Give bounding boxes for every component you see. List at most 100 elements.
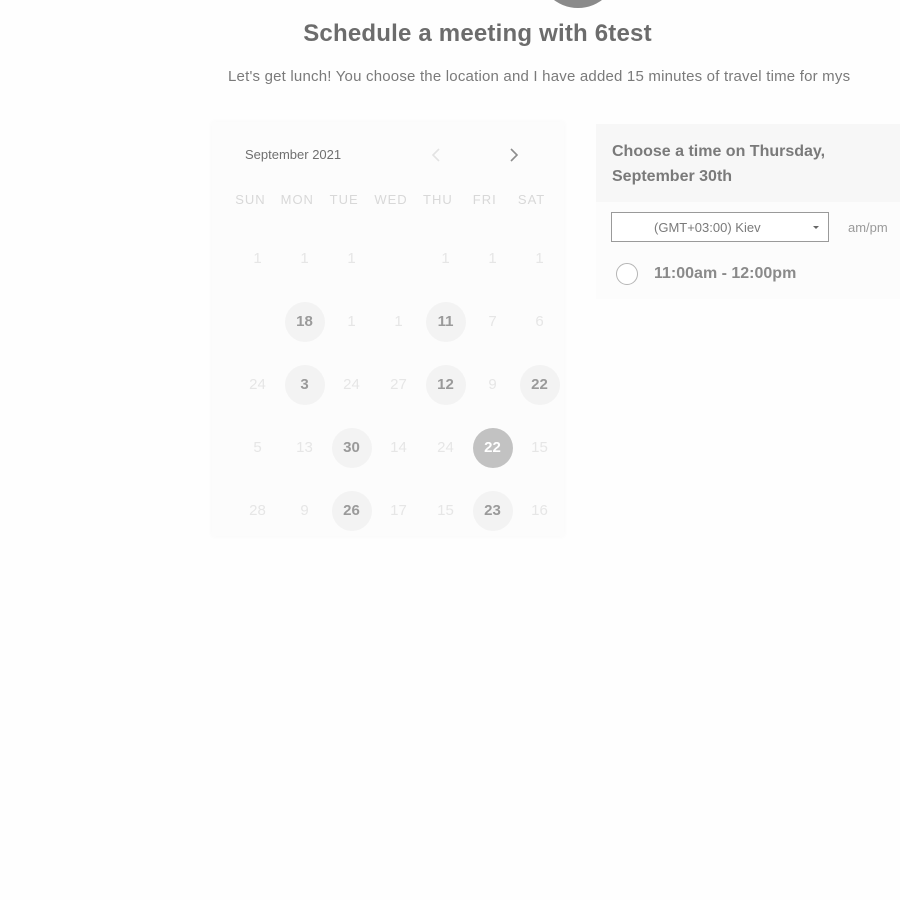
calendar-day-cell: 27: [375, 365, 422, 405]
calendar-day-grid: 1 1 1 1 1 1 18 1 1 11 7 6 24 3 24 27 12 9 22 5 13 30 14 24 22 15 2…: [234, 227, 564, 542]
weekday-label: MON: [280, 192, 314, 207]
chevron-left-icon[interactable]: [426, 146, 446, 166]
calendar-day-cell: 5: [234, 428, 281, 468]
calendar-day-cell: 15: [422, 491, 469, 531]
page-title-text: Schedule a meeting with 6test: [303, 20, 652, 47]
calendar-day-cell: 6: [516, 302, 563, 342]
calendar-day: 9: [300, 501, 309, 519]
calendar-day-cell: 17: [375, 491, 422, 531]
calendar-day: 1: [535, 249, 544, 267]
calendar-day: 17: [390, 501, 407, 519]
calendar-day: 9: [488, 375, 497, 393]
calendar-week-row: 18 1 1 11 7 6: [234, 290, 564, 353]
calendar-week-row: 28 9 26 17 15 23 16: [234, 479, 564, 542]
calendar-day: 6: [535, 312, 544, 330]
calendar-day-cell: 18: [281, 301, 328, 342]
time-panel-heading: Choose a time on Thursday, September 30t…: [612, 143, 826, 185]
weekday-label: WED: [374, 192, 408, 207]
time-selection-panel: Choose a time on Thursday, September 30t…: [596, 124, 900, 299]
calendar-day-available[interactable]: 30: [331, 427, 372, 468]
calendar-day: 24: [437, 438, 454, 456]
calendar-day-cell: 13: [281, 428, 328, 468]
calendar-day-cell: 3: [281, 364, 328, 405]
calendar-day-cell: 12: [422, 364, 469, 405]
calendar-day-cell: 28: [234, 491, 281, 531]
calendar-day-cell: 1: [234, 239, 281, 279]
calendar-day-selected[interactable]: 22: [472, 427, 513, 468]
calendar-day: 1: [394, 312, 403, 330]
calendar-day-cell: 1: [281, 239, 328, 279]
radio-button[interactable]: [616, 263, 638, 285]
calendar-day: 7: [488, 312, 497, 330]
calendar-day-cell: 1: [375, 302, 422, 342]
time-panel-header: Choose a time on Thursday, September 30t…: [596, 124, 900, 202]
calendar-day-cell: 30: [328, 427, 375, 468]
calendar-day-cell: 22: [469, 427, 516, 468]
calendar-day-cell: 15: [516, 428, 563, 468]
calendar-day-available[interactable]: 23: [472, 490, 513, 531]
time-slot-label: 11:00am - 12:00pm: [654, 265, 797, 282]
calendar-day: 5: [253, 438, 262, 456]
calendar-day: 1: [347, 249, 356, 267]
scheduling-page: Schedule a meeting with 6test Let's get …: [0, 0, 900, 900]
calendar-day-cell: 1: [469, 239, 516, 279]
calendar-day: 15: [437, 501, 454, 519]
weekday-header: SUN MON TUE WED THU FRI SAT: [227, 192, 555, 207]
calendar-day-cell: [234, 302, 281, 342]
time-slot-option[interactable]: 11:00am - 12:00pm: [616, 262, 796, 286]
calendar-day: 1: [300, 249, 309, 267]
calendar-day-cell: 16: [516, 491, 563, 531]
calendar-day-cell: 1: [328, 302, 375, 342]
calendar-day-cell: 22: [516, 364, 563, 405]
timezone-value: (GMT+03:00) Kiev: [654, 220, 761, 235]
calendar-day-available[interactable]: 18: [284, 301, 325, 342]
calendar-day: [379, 239, 419, 279]
calendar-day-cell: [375, 239, 422, 279]
calendar-day: 28: [249, 501, 266, 519]
calendar-day-cell: 11: [422, 301, 469, 342]
calendar-week-row: 1 1 1 1 1 1: [234, 227, 564, 290]
calendar-day-available[interactable]: 22: [519, 364, 560, 405]
chevron-right-icon[interactable]: [504, 146, 524, 166]
calendar-day: 15: [531, 438, 548, 456]
calendar-day-cell: 1: [516, 239, 563, 279]
weekday-label: THU: [423, 192, 453, 207]
calendar-day: 1: [441, 249, 450, 267]
weekday-label: SAT: [517, 192, 546, 207]
calendar-day: 27: [390, 375, 407, 393]
time-format-toggle[interactable]: am/pm: [848, 220, 888, 235]
calendar-day-cell: 9: [469, 365, 516, 405]
calendar-day-cell: 23: [469, 490, 516, 531]
calendar-day-cell: 14: [375, 428, 422, 468]
calendar-month-label: September 2021: [245, 147, 342, 162]
calendar-day-available[interactable]: 3: [284, 364, 325, 405]
calendar-day-cell: 24: [422, 428, 469, 468]
calendar-day-cell: 7: [469, 302, 516, 342]
calendar-day-available[interactable]: 11: [425, 301, 466, 342]
calendar-day-cell: 24: [328, 365, 375, 405]
weekday-label: FRI: [472, 192, 497, 207]
calendar-day: 1: [488, 249, 497, 267]
calendar-day-cell: 26: [328, 490, 375, 531]
calendar-day-available[interactable]: 26: [331, 490, 372, 531]
meeting-description: Let's get lunch! You choose the location…: [228, 68, 851, 85]
calendar-day: 24: [343, 375, 360, 393]
caret-down-icon: [813, 226, 819, 229]
weekday-label: SUN: [235, 192, 266, 207]
avatar: [538, 0, 618, 8]
calendar-day-cell: 1: [328, 239, 375, 279]
weekday-label: TUE: [329, 192, 359, 207]
calendar-day: 16: [531, 501, 548, 519]
calendar-day: 24: [249, 375, 266, 393]
calendar-day-cell: 24: [234, 365, 281, 405]
page-title: Schedule a meeting with 6test: [0, 20, 900, 48]
calendar-day: [238, 302, 278, 342]
calendar-day: 1: [253, 249, 262, 267]
timezone-select[interactable]: (GMT+03:00) Kiev: [611, 212, 829, 242]
calendar-day-cell: 9: [281, 491, 328, 531]
calendar-day-available[interactable]: 12: [425, 364, 466, 405]
calendar: September 2021 SUN MON TUE WED THU FRI S…: [212, 122, 564, 536]
calendar-day: 14: [390, 438, 407, 456]
calendar-day-cell: 1: [422, 239, 469, 279]
calendar-day: 13: [296, 438, 313, 456]
